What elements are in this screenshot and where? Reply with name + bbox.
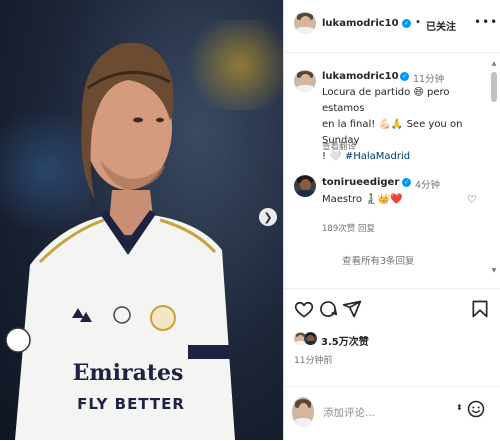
comment-likes[interactable]: 189次赞 (322, 222, 355, 234)
view-replies-link[interactable]: 查看所有3条回复 (342, 253, 415, 267)
avatar[interactable] (294, 70, 316, 92)
bookmark-icon[interactable] (470, 299, 490, 319)
stepper-icon[interactable]: ⬍ (456, 403, 463, 412)
caption-time[interactable]: 11分钟 (413, 71, 444, 85)
follow-status-button[interactable]: 已关注 (426, 18, 456, 33)
more-icon[interactable]: ••• (474, 15, 498, 29)
scroll-down-icon[interactable]: ▼ (490, 267, 498, 274)
translate-link[interactable]: 查看翻译 (322, 140, 356, 152)
comment-input[interactable]: 添加评论... (323, 405, 375, 420)
chevron-right-icon[interactable]: ❯ (259, 208, 277, 226)
jersey-sponsor-text: Emirates (72, 360, 184, 386)
heart-icon[interactable]: ♡ (467, 193, 477, 206)
post-actions: 3.5万次赞 11分钟前 (284, 288, 500, 377)
avatar (292, 397, 314, 427)
caption-line-prefix: ! 🤍 (322, 151, 345, 162)
hashtag-link[interactable]: #HalaMadrid (345, 151, 410, 162)
scroll-up-icon[interactable]: ▲ (490, 60, 498, 67)
verified-icon: ✓ (402, 19, 411, 28)
share-icon[interactable] (342, 299, 362, 319)
instagram-post-window: Emirates FLY BETTER ❯ lukamodric10 ✓ • 已… (0, 0, 500, 440)
comment-composer: 添加评论... ⬍ (284, 386, 500, 441)
caption-text: Locura de partido 😄 pero estamos en la f… (322, 85, 492, 165)
emoji-icon[interactable] (467, 400, 485, 418)
comment-time[interactable]: 4分钟 (415, 177, 440, 191)
post-side-panel: lukamodric10 ✓ • 已关注 ••• lukamodric10 ✓ … (283, 0, 500, 440)
post-photo[interactable]: Emirates FLY BETTER ❯ (0, 0, 283, 440)
verified-icon: ✓ (402, 178, 411, 187)
avatar[interactable] (304, 332, 317, 345)
likes-count[interactable]: 3.5万次赞 (321, 333, 369, 348)
comments-scrollbar[interactable]: ▲ ▼ (490, 60, 498, 275)
jersey-sponsor-slogan: FLY BETTER (77, 395, 185, 413)
author-username[interactable]: lukamodric10 (322, 18, 399, 29)
post-header: lukamodric10 ✓ • 已关注 ••• (284, 0, 500, 53)
post-time[interactable]: 11分钟前 (294, 353, 332, 366)
caption-line: Locura de partido 😄 pero estamos (322, 87, 450, 114)
scroll-thumb[interactable] (491, 72, 497, 102)
caption-author-username[interactable]: lukamodric10 (322, 71, 399, 82)
avatar[interactable] (294, 12, 316, 34)
separator-dot: • (415, 17, 421, 28)
reply-button[interactable]: 回复 (358, 222, 375, 234)
comment-author-username[interactable]: tonirueediger (322, 177, 399, 188)
verified-icon: ✓ (400, 72, 409, 81)
comment-icon[interactable] (318, 299, 338, 319)
comment-text: Maestro 🧎‍♂️👑❤️ (322, 194, 403, 205)
avatar[interactable] (294, 175, 316, 197)
heart-icon[interactable] (294, 299, 314, 319)
